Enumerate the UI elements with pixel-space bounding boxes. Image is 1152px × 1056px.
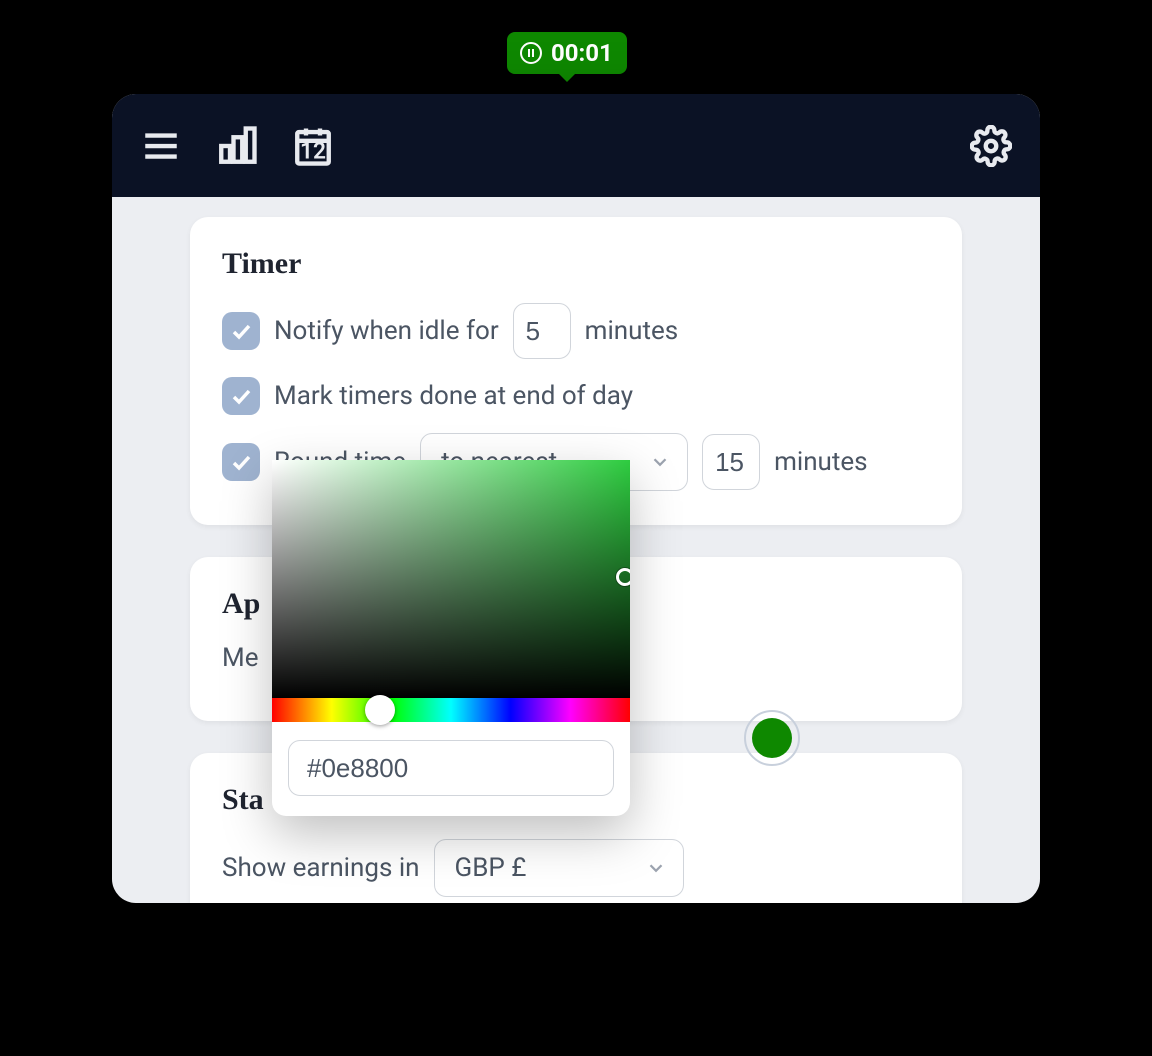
mark-done-label: Mark timers done at end of day xyxy=(274,381,633,411)
earnings-label: Show earnings in xyxy=(222,853,420,883)
round-minutes-input[interactable] xyxy=(702,434,760,490)
hue-thumb[interactable] xyxy=(365,695,395,725)
idle-minutes-input[interactable] xyxy=(513,303,571,359)
saturation-cursor[interactable] xyxy=(616,568,630,586)
svg-text:12: 12 xyxy=(300,137,326,164)
round-checkbox[interactable] xyxy=(222,443,260,481)
idle-label-post: minutes xyxy=(585,316,679,346)
hue-slider[interactable] xyxy=(272,698,630,722)
chevron-down-icon xyxy=(645,857,667,879)
timer-badge-time: 00:01 xyxy=(551,39,613,67)
earnings-row: Show earnings in GBP £ xyxy=(222,839,930,897)
idle-row: Notify when idle for minutes xyxy=(222,303,930,359)
bar-chart-icon[interactable] xyxy=(216,125,258,167)
pause-icon xyxy=(519,41,543,65)
round-unit: minutes xyxy=(774,447,868,477)
chevron-down-icon xyxy=(649,451,671,473)
menu-icon[interactable] xyxy=(140,125,182,167)
hex-input[interactable] xyxy=(288,740,614,796)
titlebar: 12 xyxy=(112,94,1040,197)
menu-color-label: Me xyxy=(222,643,259,673)
saturation-field[interactable] xyxy=(272,460,630,698)
timer-title: Timer xyxy=(222,247,930,281)
mark-done-row: Mark timers done at end of day xyxy=(222,377,930,415)
timer-badge[interactable]: 00:01 xyxy=(507,32,627,74)
idle-checkbox[interactable] xyxy=(222,312,260,350)
color-swatch-inner xyxy=(752,718,792,758)
calendar-icon[interactable]: 12 xyxy=(292,125,334,167)
color-picker xyxy=(272,460,630,816)
color-swatch[interactable] xyxy=(744,710,800,766)
gear-icon[interactable] xyxy=(970,125,1012,167)
currency-select[interactable]: GBP £ xyxy=(434,839,684,897)
idle-label-pre: Notify when idle for xyxy=(274,316,499,346)
mark-done-checkbox[interactable] xyxy=(222,377,260,415)
